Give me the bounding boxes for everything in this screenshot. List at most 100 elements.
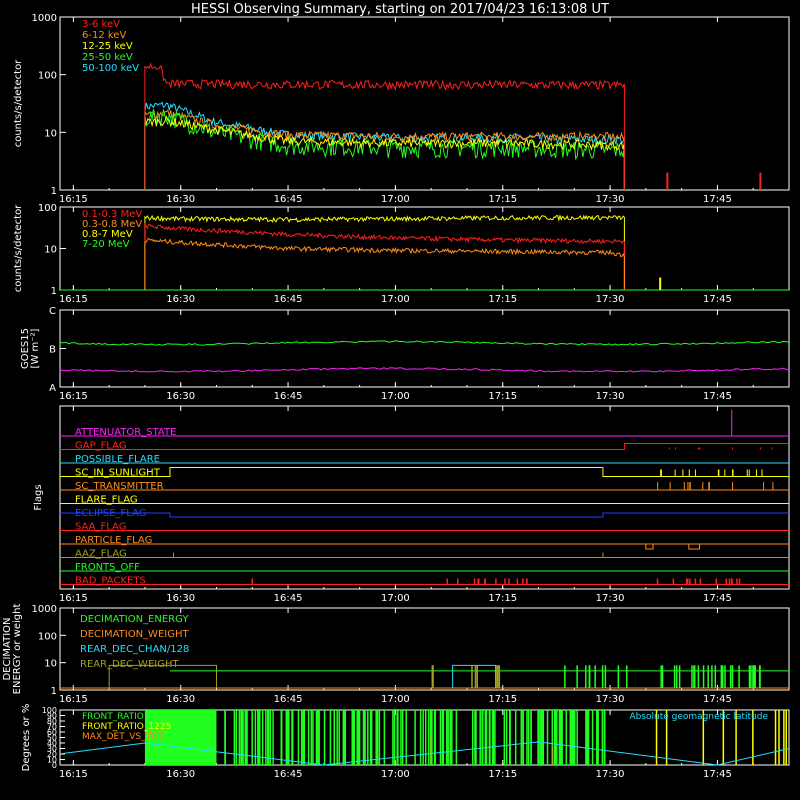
panel-3-xtick-label: 17:00 [381, 593, 410, 604]
panel-3-xtick-label: 17:45 [703, 593, 732, 604]
panel-3-xtick-label: 16:30 [166, 593, 195, 604]
panel-4-ytick-label: 1000 [32, 604, 57, 615]
observing-summary-figure: HESSI Observing Summary, starting on 201… [0, 0, 800, 800]
panel-0-ytick-label: 10 [44, 128, 57, 139]
panel-5-xtick-label: 16:15 [59, 769, 88, 780]
panel-2-ytick-label: C [49, 306, 56, 317]
panel-5-xtick-label: 16:30 [166, 769, 195, 780]
panel-1-ytick-label: 100 [38, 203, 57, 214]
panel-4-ytick-label: 100 [38, 631, 57, 642]
panel-2-ytick-label: A [49, 383, 56, 394]
rear-dec-chan-box [452, 664, 497, 688]
panel-4-ylabel-1: ENERGY or weight [12, 604, 23, 695]
particle-flag-dip [645, 544, 654, 550]
panel-gamma-counts: 16:15 16:30 16:45 17:00 17:15 17:30 17:45 1 10 10… [13, 203, 790, 305]
panel-0-ytick-label: 1 [51, 186, 57, 197]
panel-4-legend-0: DECIMATION_ENERGY [80, 614, 189, 625]
panel-0-xtick-label: 16:15 [59, 194, 88, 205]
panel-1-series-0-line [144, 222, 625, 290]
panel-2-frame [59, 309, 790, 388]
panel-2-xtick-label: 17:30 [596, 391, 625, 402]
panel-2-xtick-label: 16:45 [274, 391, 303, 402]
panel-0-xtick-label: 16:30 [166, 194, 195, 205]
panel-0-legend-0: 3-6 keV [82, 19, 120, 30]
panel-2-ylabel-1: [W m⁻²] [30, 328, 41, 368]
panel-4-xtick-label: 16:45 [274, 694, 303, 705]
panel-4-xtick-label: 17:45 [703, 694, 732, 705]
panel-0-legend-1: 6-12 keV [82, 30, 126, 41]
panel-1-xtick-label: 17:30 [596, 294, 625, 305]
panel-1-ytick-label: 1 [51, 286, 57, 297]
panel-2-xtick-label: 16:30 [166, 391, 195, 402]
panel-4-legend-2: REAR_DEC_CHAN/128 [80, 644, 189, 655]
panel-4-ytick-label: 10 [44, 659, 57, 670]
panel-0-legend-4: 50-100 keV [82, 63, 139, 74]
panel-0-ytick-label: 1000 [32, 13, 57, 24]
panel-4-xtick-label: 17:30 [596, 694, 625, 705]
panel-0-series-2-line [144, 115, 625, 190]
panel-0-xtick-label: 16:45 [274, 194, 303, 205]
panel-1-xtick-label: 16:45 [274, 294, 303, 305]
panel-4-legend-1: DECIMATION_WEIGHT [80, 629, 189, 640]
panel-5-xtick-label: 17:45 [703, 769, 732, 780]
panel-4-xtick-label: 16:30 [166, 694, 195, 705]
panel-5-legend-3: Absolute geomagnetic latitude [629, 712, 768, 722]
panel-2-xtick-label: 17:15 [488, 391, 517, 402]
panel-3-xtick-label: 16:15 [59, 593, 88, 604]
panel-1-xtick-label: 16:30 [166, 294, 195, 305]
flag-line-3 [60, 467, 789, 477]
panel-0-legend-2: 12-25 keV [82, 41, 133, 52]
panel-0-xtick-label: 17:45 [703, 194, 732, 205]
panel-0-series-1-line [144, 109, 625, 190]
panel-1-series-1-line [144, 237, 625, 290]
panel-1-xtick-label: 17:45 [703, 294, 732, 305]
panel-flags: 16:15 16:30 16:45 17:00 17:15 17:30 17:45 Flags… [33, 405, 790, 604]
particle-flag-dip [688, 544, 701, 550]
panel-2-series-0-line [59, 340, 790, 346]
panel-5-xtick-label: 17:00 [381, 769, 410, 780]
panel-5-legend-0: FRONT_RATIO [82, 712, 144, 722]
panel-2-xtick-label: 16:15 [59, 391, 88, 402]
panel-1-ylabel: counts/s/detector [13, 204, 24, 292]
panel-ratios: 16:15 16:30 16:45 17:00 17:15 17:30 17:4501020… [21, 704, 790, 780]
figure-title: HESSI Observing Summary, starting on 201… [191, 2, 609, 17]
panel-0-xtick-label: 17:00 [381, 194, 410, 205]
panel-0-legend-3: 25-50 keV [82, 52, 133, 63]
panel-4-ytick-label: 1 [51, 686, 57, 697]
panel-2-xtick-label: 17:00 [381, 391, 410, 402]
panel-5-xtick-label: 17:15 [488, 769, 517, 780]
panel-0-ytick-label: 100 [38, 71, 57, 82]
panel-goes: 16:15 16:30 16:45 17:00 17:15 17:30 17:45ABCGO… [20, 306, 790, 402]
panel-2-xtick-label: 17:45 [703, 391, 732, 402]
panel-0-series-0-line [144, 62, 625, 190]
panel-1-xtick-label: 17:00 [381, 294, 410, 305]
panel-2-ytick-label: B [49, 345, 56, 356]
panel-1-ytick-label: 10 [44, 245, 57, 256]
flag-line-6 [60, 512, 789, 518]
panel-4-xtick-label: 17:15 [488, 694, 517, 705]
panel-decimation: 16:15 16:30 16:45 17:00 17:15 17:30 17:45 1 10 10… [2, 604, 790, 705]
panel-0-xtick-label: 17:15 [488, 194, 517, 205]
panel-xray-counts: 16:15 16:30 16:45 17:00 17:15 17:30 17:45 1 10 10… [13, 13, 790, 205]
panel-1-xtick-label: 16:15 [59, 294, 88, 305]
panel-5-xtick-label: 16:45 [274, 769, 303, 780]
panel-4-legend-3: REAR_DEC_WEIGHT [80, 659, 179, 670]
panel-5-legend-2: MAX_DET_VS_TOT [82, 732, 164, 742]
panel-2-series-1-line [59, 367, 790, 373]
panel-3-xtick-label: 16:45 [274, 593, 303, 604]
panel-5-ytick-label: 100 [42, 706, 57, 715]
panel-4-xtick-label: 17:00 [381, 694, 410, 705]
panel-3-ylabel: Flags [33, 484, 44, 510]
panel-3-xtick-label: 17:15 [488, 593, 517, 604]
panels: 16:15 16:30 16:45 17:00 17:15 17:30 17:45 1 10 10… [2, 13, 790, 780]
panel-1-xtick-label: 17:15 [488, 294, 517, 305]
panel-3-xtick-label: 17:30 [596, 593, 625, 604]
panel-4-xtick-label: 16:15 [59, 694, 88, 705]
panel-5-ylabel: Degrees or % [21, 704, 32, 772]
panel-0-ylabel: counts/s/detector [13, 59, 24, 147]
panel-5-xtick-label: 17:30 [596, 769, 625, 780]
panel-0-xtick-label: 17:30 [596, 194, 625, 205]
panel-1-legend-3: 7-20 MeV [82, 239, 130, 250]
panel-5-legend-1: FRONT_RATIO_1225 [82, 722, 171, 732]
panel-0-frame [59, 16, 790, 191]
